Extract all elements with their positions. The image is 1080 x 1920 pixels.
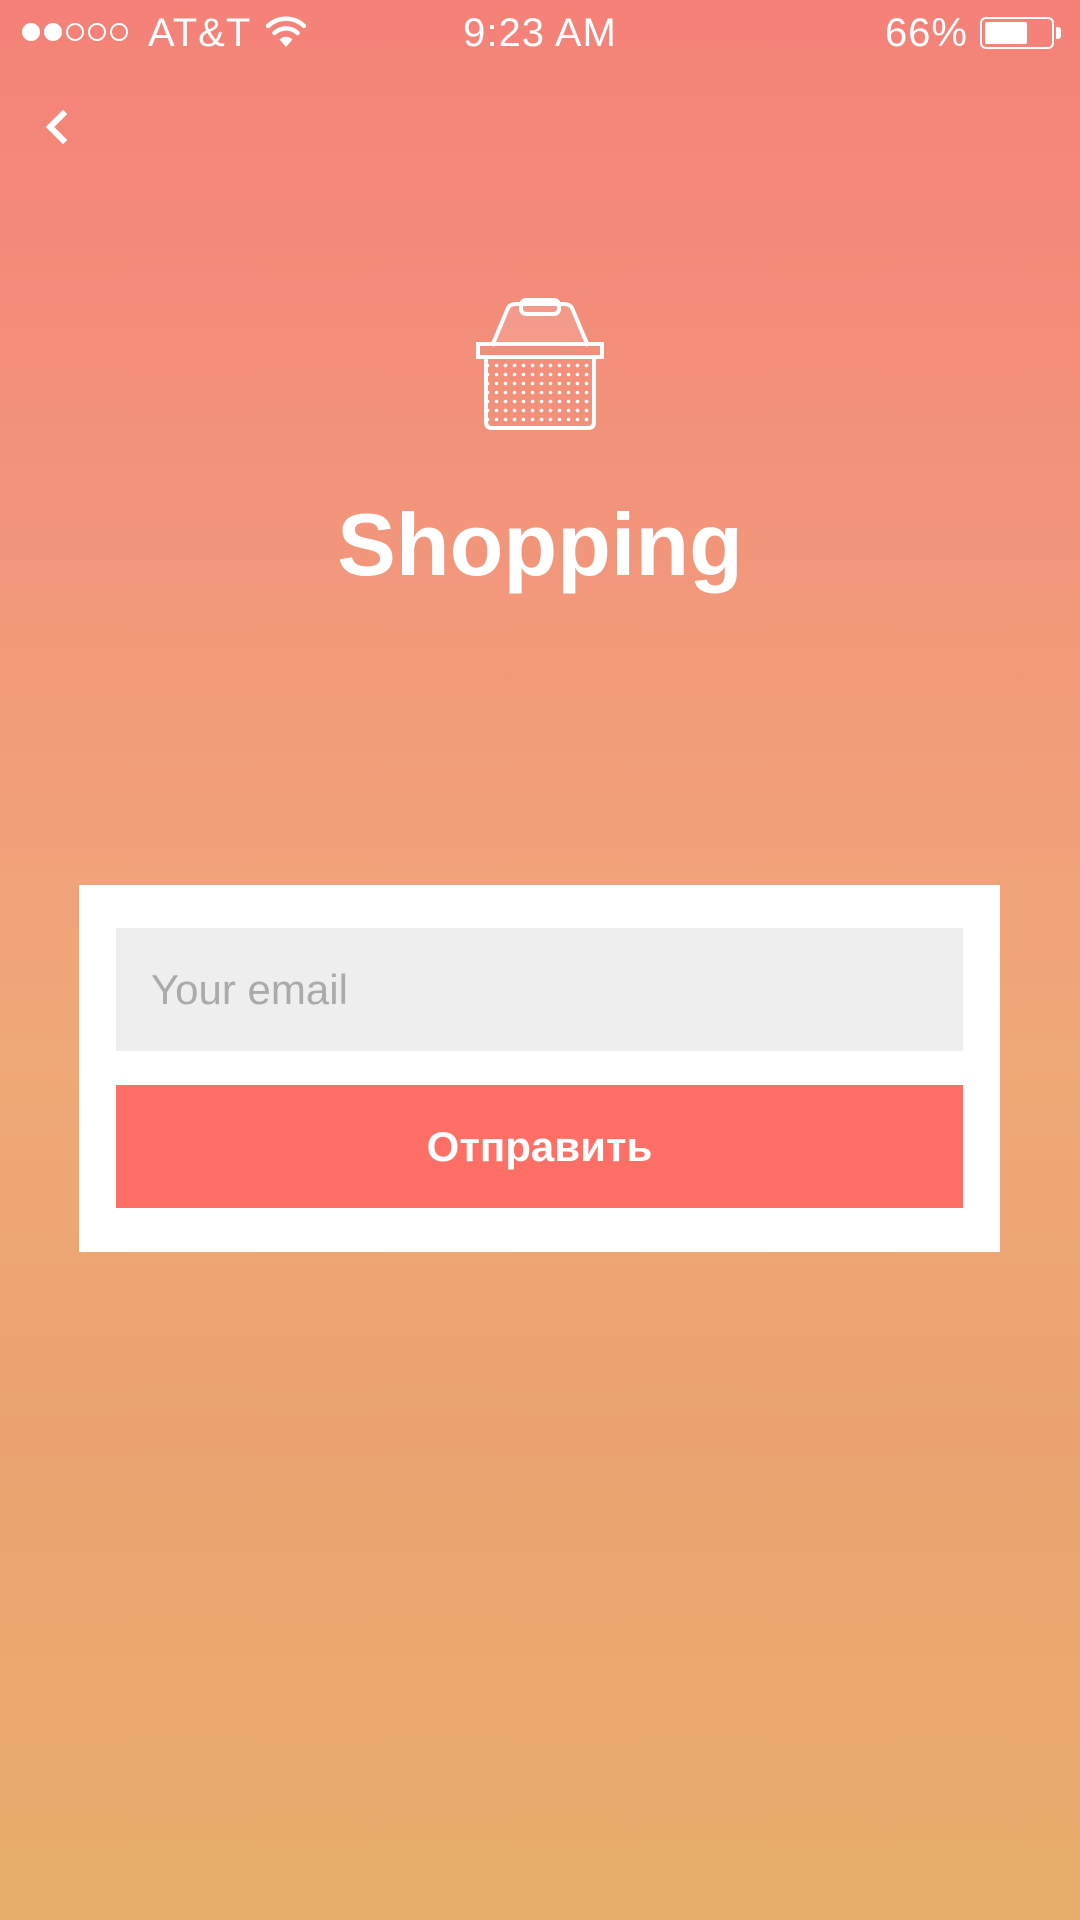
- submit-button[interactable]: Отправить: [116, 1085, 963, 1208]
- chevron-left-icon: [45, 109, 68, 145]
- subscribe-form-card: Отправить: [79, 885, 1000, 1252]
- page-title: Shopping: [337, 495, 743, 594]
- battery-level-fill: [985, 22, 1027, 44]
- status-bar: AT&T 9:23 AM 66%: [0, 0, 1080, 66]
- battery-icon: [980, 17, 1054, 49]
- email-field[interactable]: [116, 928, 963, 1051]
- shopping-basket-icon: [476, 298, 604, 430]
- battery-percentage: 66%: [884, 11, 968, 55]
- battery-tip: [1056, 27, 1061, 39]
- back-button[interactable]: [30, 100, 86, 156]
